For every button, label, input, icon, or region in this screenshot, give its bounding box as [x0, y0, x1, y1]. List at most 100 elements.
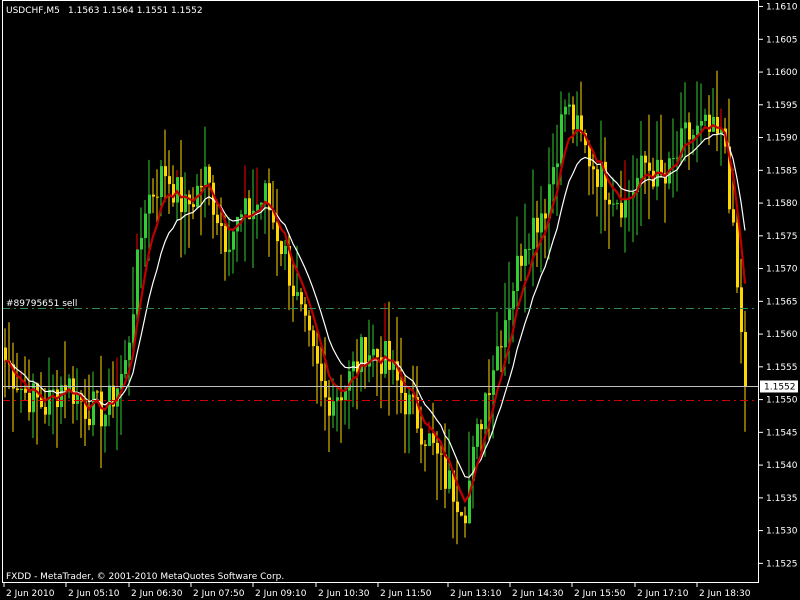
- candle-body: [444, 454, 447, 489]
- candle-body: [620, 202, 623, 218]
- candle-body: [732, 209, 735, 223]
- candle-body: [592, 166, 595, 170]
- candle-body: [148, 194, 151, 214]
- y-tick-label: 1.1595: [766, 101, 798, 111]
- candle-body: [32, 383, 35, 413]
- candle-body: [48, 389, 51, 415]
- candle-body: [140, 237, 143, 250]
- candle-body: [324, 380, 327, 398]
- candle-body: [532, 217, 535, 249]
- candle-body: [376, 349, 379, 358]
- y-tick-label: 1.1530: [766, 527, 798, 537]
- candle-body: [504, 320, 507, 348]
- x-tick-label: 2 Jun 10:30: [318, 589, 370, 599]
- candle-body: [524, 249, 527, 266]
- candle-body: [612, 203, 615, 205]
- candle-body: [660, 159, 663, 174]
- price-chart[interactable]: 1.1525 1.1530 1.1535 1.1540 1.1545 1.1550 1.15…: [0, 0, 800, 600]
- y-tick-label: 1.1555: [766, 363, 798, 373]
- candle-body: [448, 470, 451, 489]
- candle-body: [476, 424, 479, 447]
- candle-body: [408, 394, 411, 415]
- x-tick-label: 2 Jun 15:50: [574, 589, 626, 599]
- candle-body: [24, 388, 27, 393]
- candle-body: [4, 347, 7, 361]
- candle-body: [156, 196, 159, 198]
- candle-body: [136, 249, 139, 315]
- candle-body: [420, 428, 423, 445]
- candle-body: [704, 114, 707, 122]
- candle-body: [648, 162, 651, 171]
- candle-body: [536, 217, 539, 233]
- candle-body: [404, 392, 407, 415]
- x-tick-label: 2 Jun 18:30: [699, 589, 751, 599]
- y-tick-label: 1.1540: [766, 461, 798, 471]
- candle-body: [496, 346, 499, 371]
- candle-body: [568, 104, 571, 107]
- candle-body: [512, 291, 515, 310]
- candle-body: [716, 116, 719, 134]
- y-tick-label: 1.1550: [766, 396, 798, 406]
- candle-body: [492, 370, 495, 395]
- candle-body: [740, 287, 743, 333]
- candle-body: [440, 453, 443, 455]
- candle-body: [372, 349, 375, 356]
- copyright-text: FXDD - MetaTrader, © 2001-2010 MetaQuote…: [6, 572, 284, 582]
- candle-body: [300, 292, 303, 305]
- candle-body: [608, 199, 611, 205]
- candle-body: [576, 115, 579, 130]
- candle-body: [616, 202, 619, 204]
- candle-body: [464, 515, 467, 524]
- candle-body: [460, 512, 463, 516]
- candle-body: [624, 199, 627, 218]
- candle-body: [228, 249, 231, 252]
- candle-body: [52, 389, 55, 391]
- candle-body: [700, 121, 703, 126]
- candle-body: [484, 393, 487, 430]
- x-tick-label: 2 Jun 05:10: [68, 589, 120, 599]
- candle-body: [16, 388, 19, 390]
- candle-body: [332, 401, 335, 416]
- candle-body: [352, 361, 355, 372]
- candle-body: [528, 248, 531, 250]
- candle-body: [92, 391, 95, 426]
- y-tick-label: 1.1610: [766, 3, 798, 13]
- y-tick-label: 1.1585: [766, 166, 798, 176]
- candle-body: [204, 166, 207, 188]
- x-tick-label: 2 Jun 06:30: [131, 589, 183, 599]
- candle-body: [672, 158, 675, 160]
- candle-body: [280, 241, 283, 255]
- chart-symbol: USDCHF,M5: [6, 6, 60, 16]
- candle-body: [508, 309, 511, 321]
- order-label[interactable]: #89795651 sell: [6, 299, 77, 309]
- candle-body: [176, 177, 179, 203]
- candle-body: [124, 360, 127, 375]
- candle-body: [208, 166, 211, 183]
- candle-body: [144, 213, 147, 238]
- candle-body: [604, 161, 607, 200]
- candle-body: [644, 155, 647, 163]
- candle-body: [480, 424, 483, 430]
- candle-body: [104, 414, 107, 427]
- candle-body: [424, 444, 427, 446]
- candle-body: [560, 114, 563, 164]
- bid-price-label: 1.1552: [764, 382, 796, 392]
- candle-body: [736, 222, 739, 288]
- chart-ohlc: 1.1563 1.1564 1.1551 1.1552: [68, 6, 203, 16]
- x-tick-label: 2 Jun 11:50: [380, 589, 432, 599]
- candle-body: [168, 176, 171, 185]
- candle-body: [340, 397, 343, 401]
- x-tick-label: 2 Jun 13:10: [450, 589, 502, 599]
- candle-body: [428, 433, 431, 446]
- y-tick-label: 1.1545: [766, 428, 798, 438]
- y-tick-label: 1.1575: [766, 232, 798, 242]
- candle-body: [316, 346, 319, 364]
- candle-body: [388, 341, 391, 370]
- candle-body: [520, 255, 523, 266]
- candle-body: [572, 104, 575, 130]
- candle-body: [552, 167, 555, 185]
- candle-body: [456, 501, 459, 513]
- x-tick-label: 2 Jun 2010: [6, 589, 55, 599]
- candle-body: [744, 332, 747, 387]
- candle-body: [224, 225, 227, 252]
